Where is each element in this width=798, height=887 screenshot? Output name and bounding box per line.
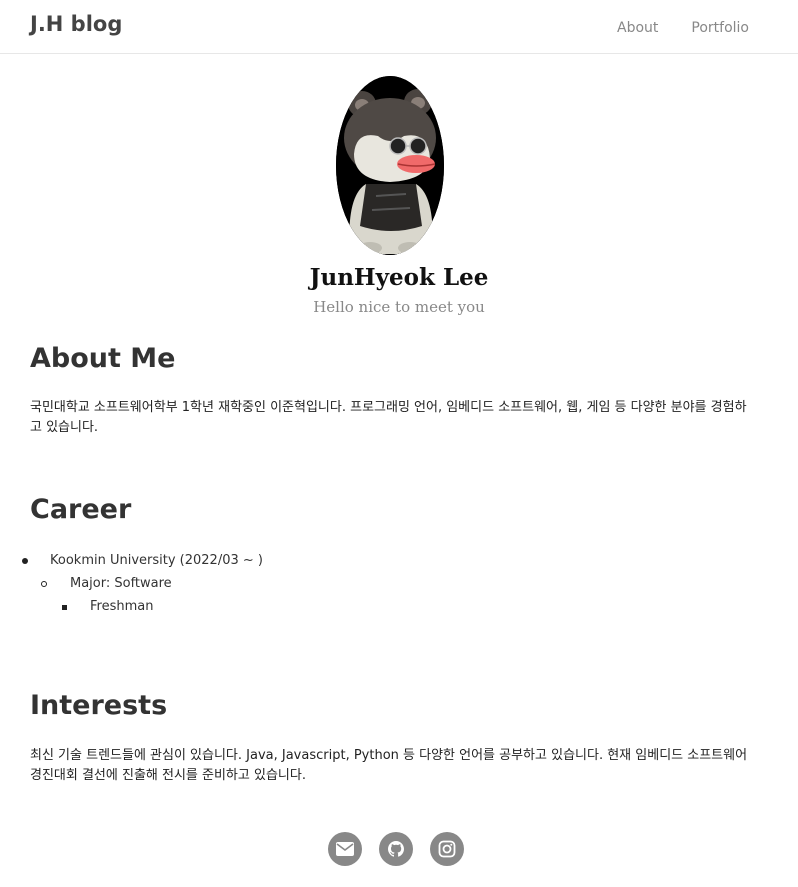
nav-links: About Portfolio [617, 20, 749, 36]
bullet-disc [22, 558, 28, 564]
github-icon [388, 841, 404, 857]
about-text: 국민대학교 소프트웨어학부 1학년 재학중인 이준혁입니다. 프로그래밍 언어,… [30, 400, 747, 435]
envelope-icon [336, 842, 354, 856]
interests-heading: Interests [30, 690, 168, 721]
avatar [336, 76, 444, 255]
instagram-icon [438, 840, 456, 858]
interests-text: 최신 기술 트렌드들에 관심이 있습니다. Java, Javascript, … [30, 748, 748, 783]
career-list: Kookmin University (2022/03 ~ ) Major: S… [0, 551, 400, 620]
bullet-square [62, 605, 67, 610]
github-button[interactable] [379, 832, 413, 866]
avatar-illustration [336, 76, 444, 255]
career-item-school: Kookmin University (2022/03 ~ ) [0, 551, 400, 574]
brand-logo[interactable]: J.H blog [30, 12, 122, 36]
profile-tagline: Hello nice to meet you [313, 298, 485, 316]
career-school: Kookmin University (2022/03 ~ ) [50, 553, 263, 568]
navbar: J.H blog About Portfolio [0, 0, 798, 54]
career-heading: Career [30, 494, 132, 525]
instagram-button[interactable] [430, 832, 464, 866]
profile-name: JunHyeok Lee [309, 264, 489, 291]
email-button[interactable] [328, 832, 362, 866]
nav-portfolio-link[interactable]: Portfolio [691, 20, 749, 36]
career-year: Freshman [90, 599, 154, 614]
social-links [328, 832, 464, 866]
about-heading: About Me [30, 343, 176, 374]
nav-about-link[interactable]: About [617, 20, 658, 36]
career-item-year: Freshman [0, 597, 400, 620]
career-item-major: Major: Software [0, 574, 400, 597]
bullet-circle [41, 581, 47, 587]
career-major: Major: Software [70, 576, 172, 591]
